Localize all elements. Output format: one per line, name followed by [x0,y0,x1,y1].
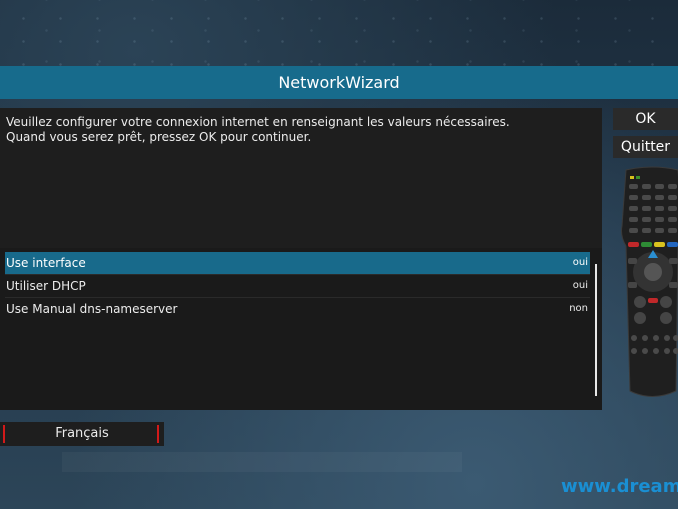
setting-value: oui [572,280,588,291]
background-decoration-strip [62,452,462,472]
screen: NetworkWizard Veuillez configurer votre … [0,0,678,509]
list-scrollbar[interactable] [595,264,597,396]
remote-control-icon [621,166,678,397]
setting-row-manual-dns[interactable]: Use Manual dns-nameserver non [5,298,590,320]
page-title: NetworkWizard [0,66,678,99]
setting-value: non [569,303,588,314]
setting-row-use-dhcp[interactable]: Utiliser DHCP oui [5,275,590,297]
language-label: Français [55,426,109,441]
language-marker-right [157,425,159,443]
instructions-panel: Veuillez configurer votre connexion inte… [0,108,602,248]
quit-button[interactable]: Quitter [613,136,678,158]
language-marker-left [3,425,5,443]
instructions-line-1: Veuillez configurer votre connexion inte… [6,115,510,129]
instructions-line-2: Quand vous serez prêt, pressez OK pour c… [6,130,312,144]
language-button[interactable]: Français [0,422,164,446]
setting-label: Utiliser DHCP [6,279,86,293]
setting-label: Use Manual dns-nameserver [6,302,178,316]
settings-list: Use interface oui Utiliser DHCP oui Use … [0,248,602,410]
setting-label: Use interface [6,256,86,270]
background-decoration [0,0,678,66]
setting-value: oui [572,257,588,268]
setting-row-use-interface[interactable]: Use interface oui [5,252,590,274]
ok-button[interactable]: OK [613,108,678,130]
brand-watermark: www.dream [561,476,678,497]
